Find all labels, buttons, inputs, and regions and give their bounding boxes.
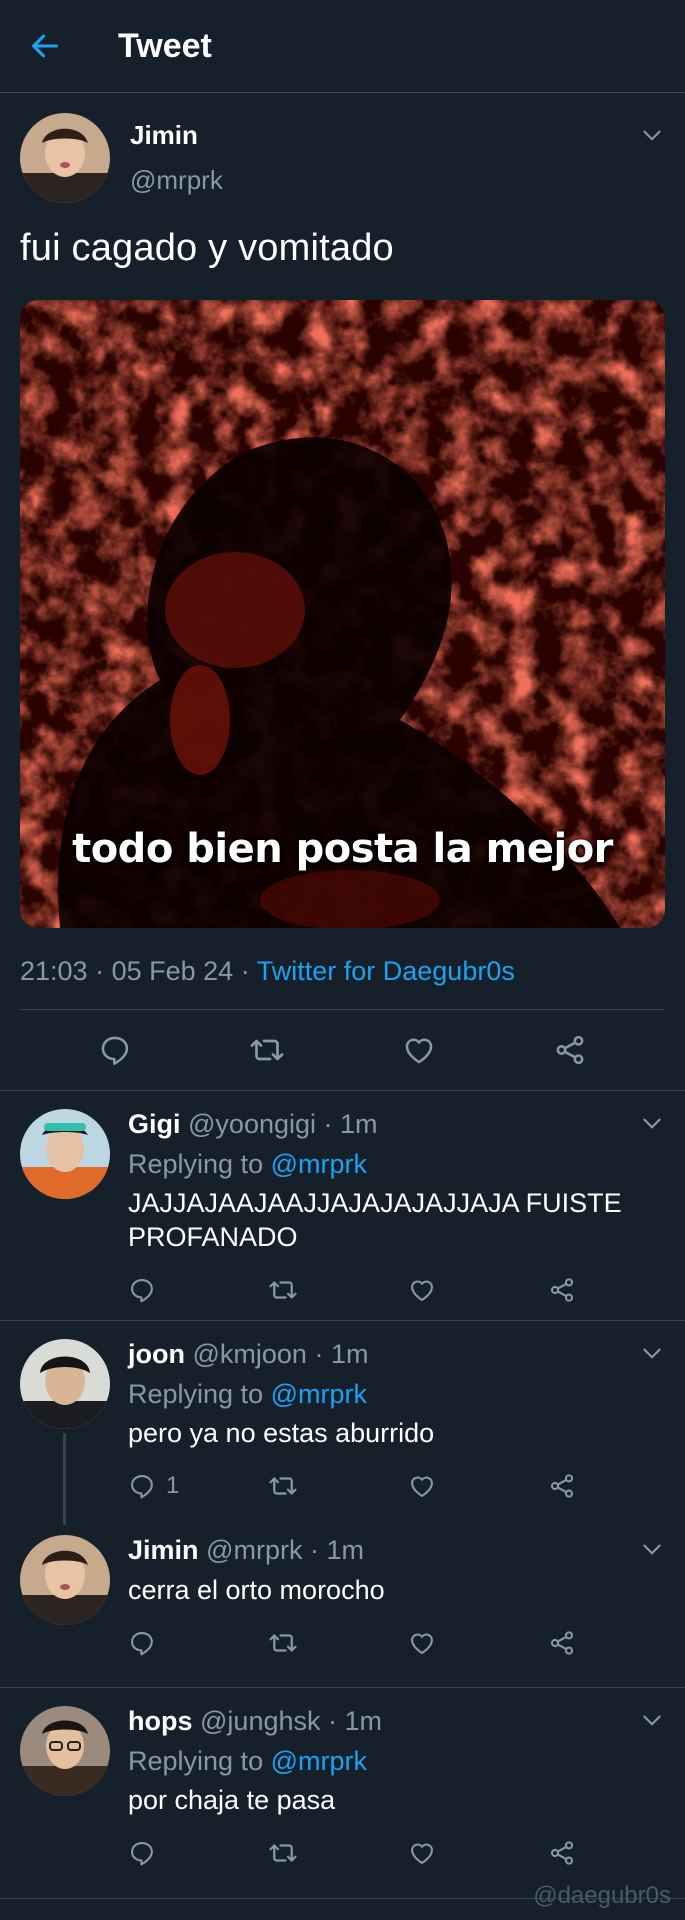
reply-author-handle[interactable]: @junghsk [200,1706,320,1736]
retweet-icon [249,1032,285,1068]
retweet-button[interactable] [268,1471,408,1501]
reply-icon [98,1033,132,1067]
like-button[interactable] [402,1033,436,1067]
avatar[interactable] [20,1339,110,1429]
share-button[interactable] [548,1276,685,1304]
tweet-time: 21:03 [20,956,88,986]
tweet-actions [0,1010,685,1091]
retweet-button[interactable] [268,1275,408,1305]
reply-actions: 1 [128,1466,685,1506]
reply-text: cerra el orto morocho [128,1575,385,1605]
share-icon [548,1472,576,1500]
reply-button[interactable] [128,1276,268,1304]
reply-actions [128,1623,685,1663]
reply-author-name[interactable]: Gigi [128,1109,181,1139]
like-icon [408,1839,436,1867]
retweet-icon [268,1471,298,1501]
reply-button[interactable] [128,1839,268,1867]
author-handle[interactable]: @mrprk [130,165,223,196]
like-icon [402,1033,436,1067]
replying-to-link[interactable]: @mrprk [271,1379,367,1409]
reply-button[interactable] [128,1629,268,1657]
reply-tweet[interactable]: Jimin @mrprk · 1m cerra el orto morocho [0,1517,685,1687]
retweet-button[interactable] [268,1838,408,1868]
reply-text: por chaja te pasa [128,1785,336,1815]
author-name[interactable]: Jimin [130,120,223,151]
reply-text: pero ya no estas aburrido [128,1418,435,1448]
tweet-media-image[interactable]: todo bien posta la mejor [20,300,665,928]
reply-icon [128,1472,156,1500]
avatar[interactable] [20,1109,110,1199]
avatar[interactable] [20,113,110,203]
reply-actions [128,1270,685,1310]
reply-button[interactable]: 1 [128,1472,268,1500]
share-button[interactable] [548,1839,685,1867]
reply-icon [128,1629,156,1657]
reply-button[interactable] [98,1033,132,1067]
retweet-button[interactable] [268,1628,408,1658]
reply-age: · 1m [314,1339,369,1369]
reply-age: · 1m [328,1706,383,1736]
chevron-down-icon[interactable] [639,123,665,149]
reply-tweet[interactable]: Gigi @yoongigi · 1m Replying to @mrprk J… [0,1091,685,1320]
share-button[interactable] [548,1472,685,1500]
reply-actions [128,1833,685,1873]
top-bar: Tweet [0,0,685,93]
avatar[interactable] [20,1706,110,1796]
reply-tweet[interactable]: joon @kmjoon · 1m Replying to @mrprk per… [0,1321,685,1517]
reply-tweet[interactable]: hops @junghsk · 1m Replying to @mrprk po… [0,1688,685,1898]
tweet-meta: 21:03 · 05 Feb 24 · Twitter for Daegubr0… [20,956,665,1010]
replying-to-link[interactable]: @mrprk [271,1149,367,1179]
chevron-down-icon[interactable] [639,1537,665,1563]
like-button[interactable] [408,1839,548,1867]
reply-count: 1 [166,1472,180,1499]
reply-text: JAJJAJAAJAAJJAJAJAJAJJAJA FUISTE PROFANA… [128,1188,622,1252]
share-icon [548,1629,576,1657]
page-title: Tweet [118,26,212,65]
reply-author-name[interactable]: hops [128,1706,193,1736]
reply-author-handle[interactable]: @yoongigi [188,1109,316,1139]
chevron-down-icon[interactable] [639,1708,665,1734]
like-button[interactable] [408,1629,548,1657]
share-icon [548,1839,576,1867]
watermark: @daegubr0s [533,1882,671,1909]
share-button[interactable] [553,1033,587,1067]
like-icon [408,1472,436,1500]
reply-author-name[interactable]: joon [128,1339,185,1369]
reply-author-handle[interactable]: @kmjoon [193,1339,307,1369]
tweet-source-link[interactable]: Twitter for Daegubr0s [257,956,515,986]
share-button[interactable] [548,1629,685,1657]
back-arrow-icon [32,34,58,58]
reply-age: · 1m [323,1109,378,1139]
back-button[interactable] [22,23,68,69]
like-button[interactable] [408,1472,548,1500]
chevron-down-icon[interactable] [639,1111,665,1137]
reply-icon [128,1276,156,1304]
like-button[interactable] [408,1276,548,1304]
reply-age: · 1m [309,1535,364,1565]
retweet-icon [268,1838,298,1868]
avatar[interactable] [20,1535,110,1625]
reply-icon [128,1839,156,1867]
media-caption: todo bien posta la mejor [72,826,613,872]
share-icon [548,1276,576,1304]
tweet-text: fui cagado y vomitado [20,227,394,269]
replying-to-link[interactable]: @mrprk [271,1746,367,1776]
share-icon [553,1033,587,1067]
like-icon [408,1276,436,1304]
main-tweet: Jimin @mrprk fui cagado y vomitado todo … [0,93,685,1091]
chevron-down-icon[interactable] [639,1341,665,1367]
retweet-button[interactable] [249,1032,285,1068]
retweet-icon [268,1275,298,1305]
tweet-date: 05 Feb 24 [111,956,234,986]
reply-author-name[interactable]: Jimin [128,1535,199,1565]
like-icon [408,1629,436,1657]
reply-author-handle[interactable]: @mrprk [206,1535,302,1565]
retweet-icon [268,1628,298,1658]
